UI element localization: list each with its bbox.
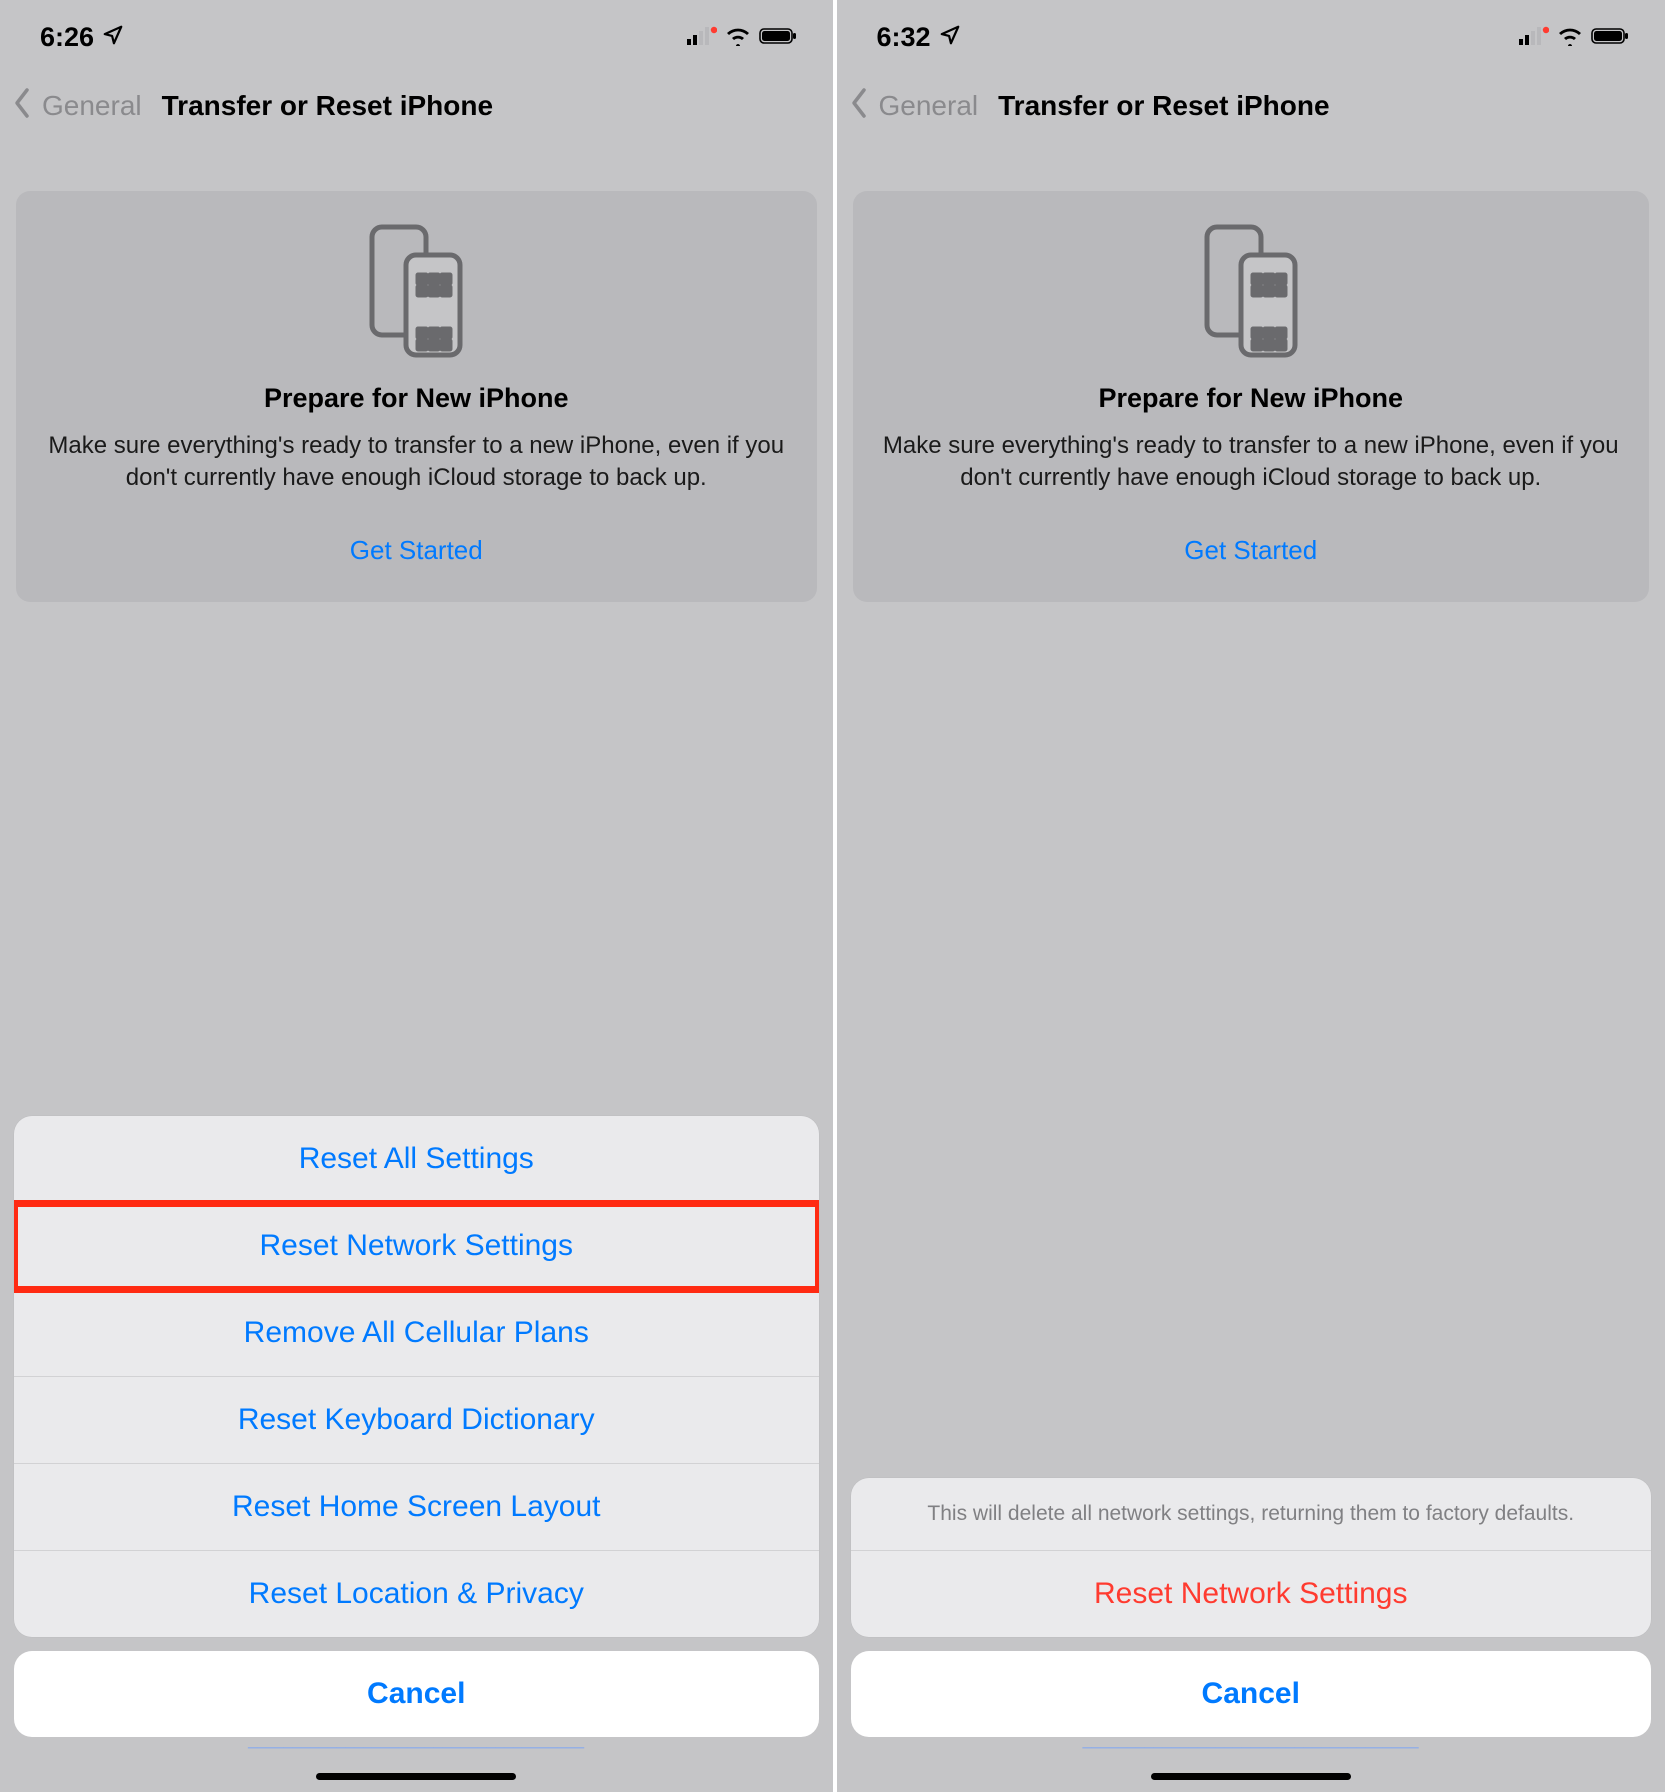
reset-home-screen-option[interactable]: Reset Home Screen Layout (14, 1464, 819, 1551)
card-description: Make sure everything's ready to transfer… (881, 430, 1622, 495)
status-time: 6:26 (40, 22, 94, 53)
card-heading: Prepare for New iPhone (44, 383, 789, 414)
reset-keyboard-dictionary-option[interactable]: Reset Keyboard Dictionary (14, 1377, 819, 1464)
obscured-row: ‾‾‾‾‾‾‾‾‾‾‾‾‾‾‾‾‾‾‾‾‾‾‾‾‾‾‾‾‾‾‾‾‾‾‾‾‾‾ (851, 1737, 1652, 1778)
reset-options-sheet: Reset All Settings Reset Network Setting… (14, 1116, 819, 1637)
confirm-reset-network-button[interactable]: Reset Network Settings (851, 1551, 1652, 1637)
status-time: 6:32 (877, 22, 931, 53)
prepare-card: Prepare for New iPhone Make sure everyth… (16, 191, 817, 602)
action-sheet-container: Reset All Settings Reset Network Setting… (0, 1116, 833, 1792)
wifi-icon (1557, 22, 1583, 53)
get-started-link[interactable]: Get Started (44, 535, 789, 566)
cancel-button[interactable]: Cancel (14, 1651, 819, 1737)
back-chevron-icon[interactable] (849, 86, 871, 125)
obscured-row: ‾‾‾‾‾‾‾‾‾‾‾‾‾‾‾‾‾‾‾‾‾‾‾‾‾‾‾‾‾‾‾‾‾‾‾‾‾‾ (14, 1737, 819, 1778)
back-label[interactable]: General (879, 90, 979, 122)
page-title: Transfer or Reset iPhone (998, 90, 1329, 122)
battery-icon (1591, 22, 1631, 53)
status-bar: 6:32 (837, 0, 1665, 62)
confirm-sheet: This will delete all network settings, r… (851, 1478, 1652, 1637)
screenshot-left: 6:26 (0, 0, 833, 1792)
nav-header: General Transfer or Reset iPhone (0, 62, 833, 147)
devices-icon (881, 221, 1622, 361)
reset-location-privacy-option[interactable]: Reset Location & Privacy (14, 1551, 819, 1637)
reset-network-settings-option[interactable]: Reset Network Settings (14, 1203, 819, 1290)
card-heading: Prepare for New iPhone (881, 383, 1622, 414)
cancel-button[interactable]: Cancel (851, 1651, 1652, 1737)
battery-icon (759, 22, 799, 53)
page-title: Transfer or Reset iPhone (162, 90, 493, 122)
cellular-icon (687, 22, 717, 53)
back-chevron-icon[interactable] (12, 86, 34, 125)
location-icon (102, 22, 124, 53)
confirm-message: This will delete all network settings, r… (851, 1478, 1652, 1551)
prepare-card: Prepare for New iPhone Make sure everyth… (853, 191, 1650, 602)
nav-header: General Transfer or Reset iPhone (837, 62, 1665, 147)
card-description: Make sure everything's ready to transfer… (44, 430, 789, 495)
devices-icon (44, 221, 789, 361)
wifi-icon (725, 22, 751, 53)
location-icon (939, 22, 961, 53)
home-indicator[interactable] (1151, 1773, 1351, 1780)
status-bar: 6:26 (0, 0, 833, 62)
get-started-link[interactable]: Get Started (881, 535, 1622, 566)
screenshot-right: 6:32 (833, 0, 1665, 1792)
cellular-icon (1519, 22, 1549, 53)
reset-all-settings-option[interactable]: Reset All Settings (14, 1116, 819, 1203)
action-sheet-container: This will delete all network settings, r… (837, 1478, 1665, 1792)
back-label[interactable]: General (42, 90, 142, 122)
home-indicator[interactable] (316, 1773, 516, 1780)
remove-cellular-plans-option[interactable]: Remove All Cellular Plans (14, 1290, 819, 1377)
